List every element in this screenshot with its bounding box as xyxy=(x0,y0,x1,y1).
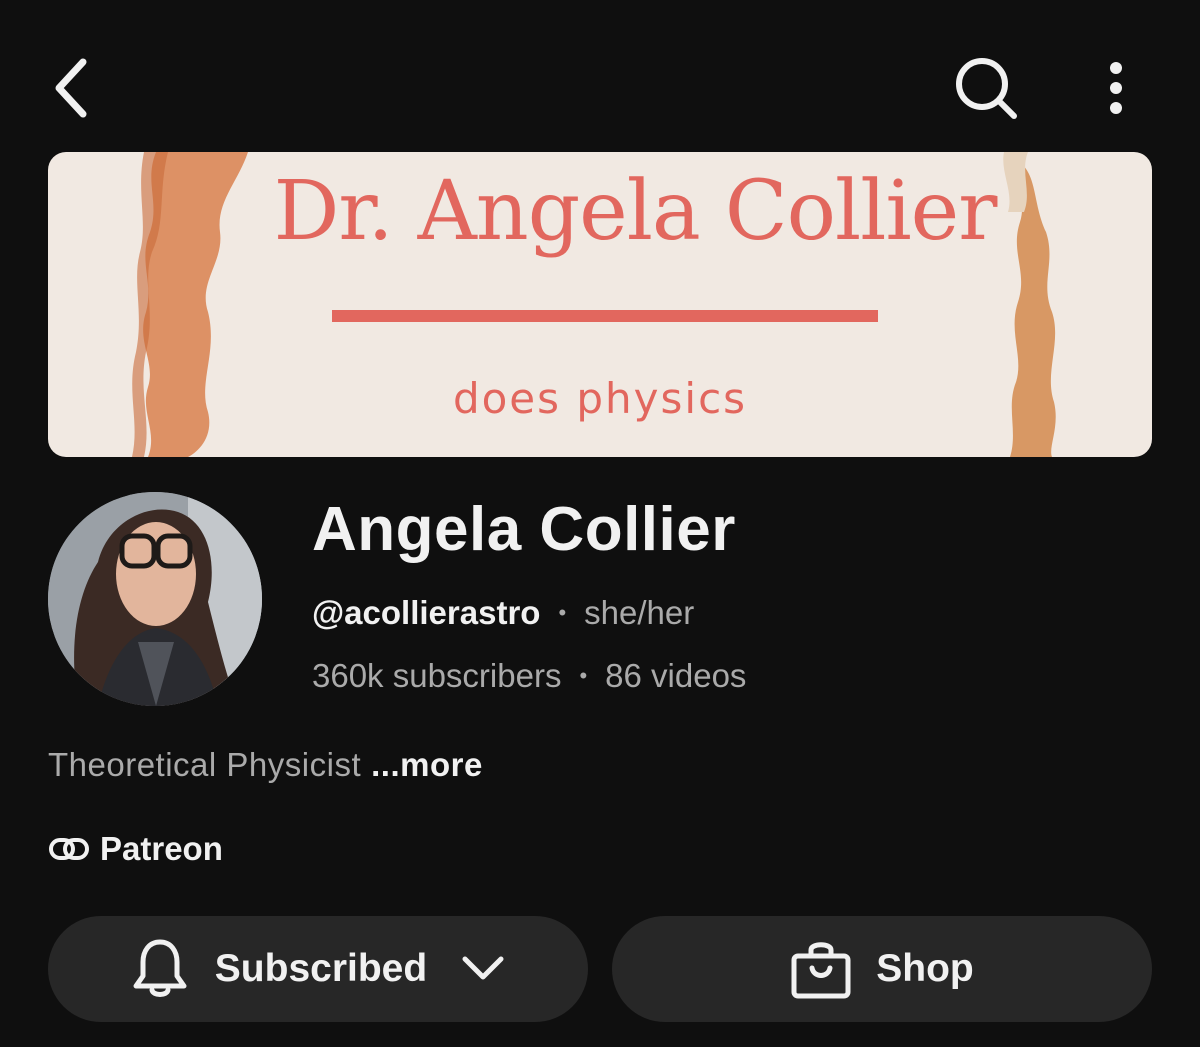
channel-description[interactable]: Theoretical Physicist ...more xyxy=(48,746,483,784)
channel-page: Dr. Angela Collier does physics Angela C… xyxy=(0,0,1200,1047)
subscribed-label: Subscribed xyxy=(214,947,428,990)
link-icon xyxy=(49,838,89,860)
shop-label: Shop xyxy=(876,947,974,990)
back-button[interactable] xyxy=(36,50,106,126)
shop-button[interactable]: Shop xyxy=(612,916,1152,1022)
patreon-link-label: Patreon xyxy=(100,830,223,867)
more-link[interactable]: ...more xyxy=(371,746,483,783)
bell-icon xyxy=(131,938,189,1000)
avatar-image xyxy=(48,492,262,706)
more-vertical-icon xyxy=(1110,62,1122,114)
channel-handle-row: @acollierastro • she/her xyxy=(312,594,694,632)
channel-banner[interactable]: Dr. Angela Collier does physics xyxy=(48,152,1152,457)
banner-divider xyxy=(332,310,878,322)
patreon-link[interactable]: Patreon xyxy=(48,830,223,868)
search-button[interactable] xyxy=(946,50,1026,126)
avatar[interactable] xyxy=(48,492,262,706)
channel-pronouns: she/her xyxy=(584,594,695,631)
subscribed-button[interactable]: Subscribed xyxy=(48,916,588,1022)
description-text: Theoretical Physicist xyxy=(48,746,362,783)
shopping-bag-icon xyxy=(790,938,852,1000)
banner-subtitle: does physics xyxy=(452,374,748,423)
more-options-button[interactable] xyxy=(1086,50,1146,126)
separator-dot: • xyxy=(579,663,588,688)
banner-title: Dr. Angela Collier xyxy=(273,164,998,259)
subscriber-count: 360k subscribers xyxy=(312,657,562,694)
video-count: 86 videos xyxy=(605,657,747,694)
channel-name: Angela Collier xyxy=(312,495,736,564)
separator-dot: • xyxy=(558,600,567,625)
search-icon xyxy=(956,58,1017,119)
channel-handle[interactable]: @acollierastro xyxy=(312,594,540,632)
channel-stats-row: 360k subscribers • 86 videos xyxy=(312,657,746,695)
chevron-left-icon xyxy=(55,58,87,118)
chevron-down-icon[interactable] xyxy=(461,955,505,983)
